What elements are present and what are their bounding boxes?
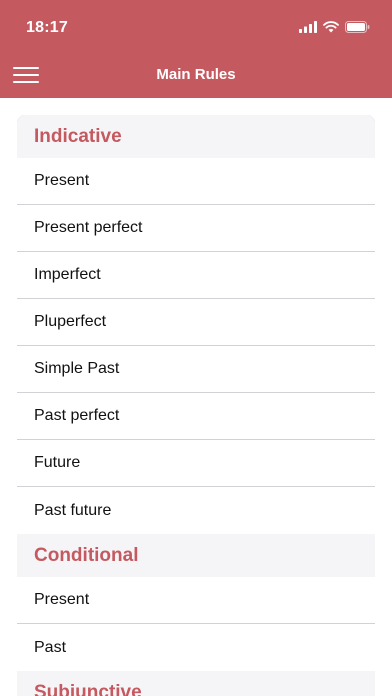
section-header-conditional: Conditional — [17, 534, 375, 577]
list-item-indicative-imperfect[interactable]: Imperfect — [17, 252, 375, 299]
list-item-indicative-future[interactable]: Future — [17, 440, 375, 487]
list-item-indicative-past-perfect[interactable]: Past perfect — [17, 393, 375, 440]
nav-bar: Main Rules — [0, 52, 392, 98]
list-item-conditional-past[interactable]: Past — [17, 624, 375, 671]
list-item-conditional-present[interactable]: Present — [17, 577, 375, 624]
list-item-indicative-present[interactable]: Present — [17, 158, 375, 205]
list-item-indicative-simple-past[interactable]: Simple Past — [17, 346, 375, 393]
rules-list[interactable]: Indicative Present Present perfect Imper… — [17, 115, 375, 696]
page-title: Main Rules — [156, 66, 236, 83]
cellular-signal-icon — [299, 21, 317, 33]
battery-icon — [345, 21, 370, 33]
status-time: 18:17 — [26, 19, 68, 36]
status-icons — [299, 20, 370, 34]
list-item-indicative-present-perfect[interactable]: Present perfect — [17, 205, 375, 252]
section-header-subjunctive: Subjunctive — [17, 671, 375, 696]
list-item-indicative-pluperfect[interactable]: Pluperfect — [17, 299, 375, 346]
app-header: 18:17 Main Rules — [0, 0, 392, 98]
list-item-indicative-past-future[interactable]: Past future — [17, 487, 375, 534]
wifi-icon — [323, 21, 339, 33]
section-header-indicative: Indicative — [17, 115, 375, 158]
rules-card: Indicative Present Present perfect Imper… — [17, 115, 375, 696]
status-bar: 18:17 — [0, 0, 392, 52]
